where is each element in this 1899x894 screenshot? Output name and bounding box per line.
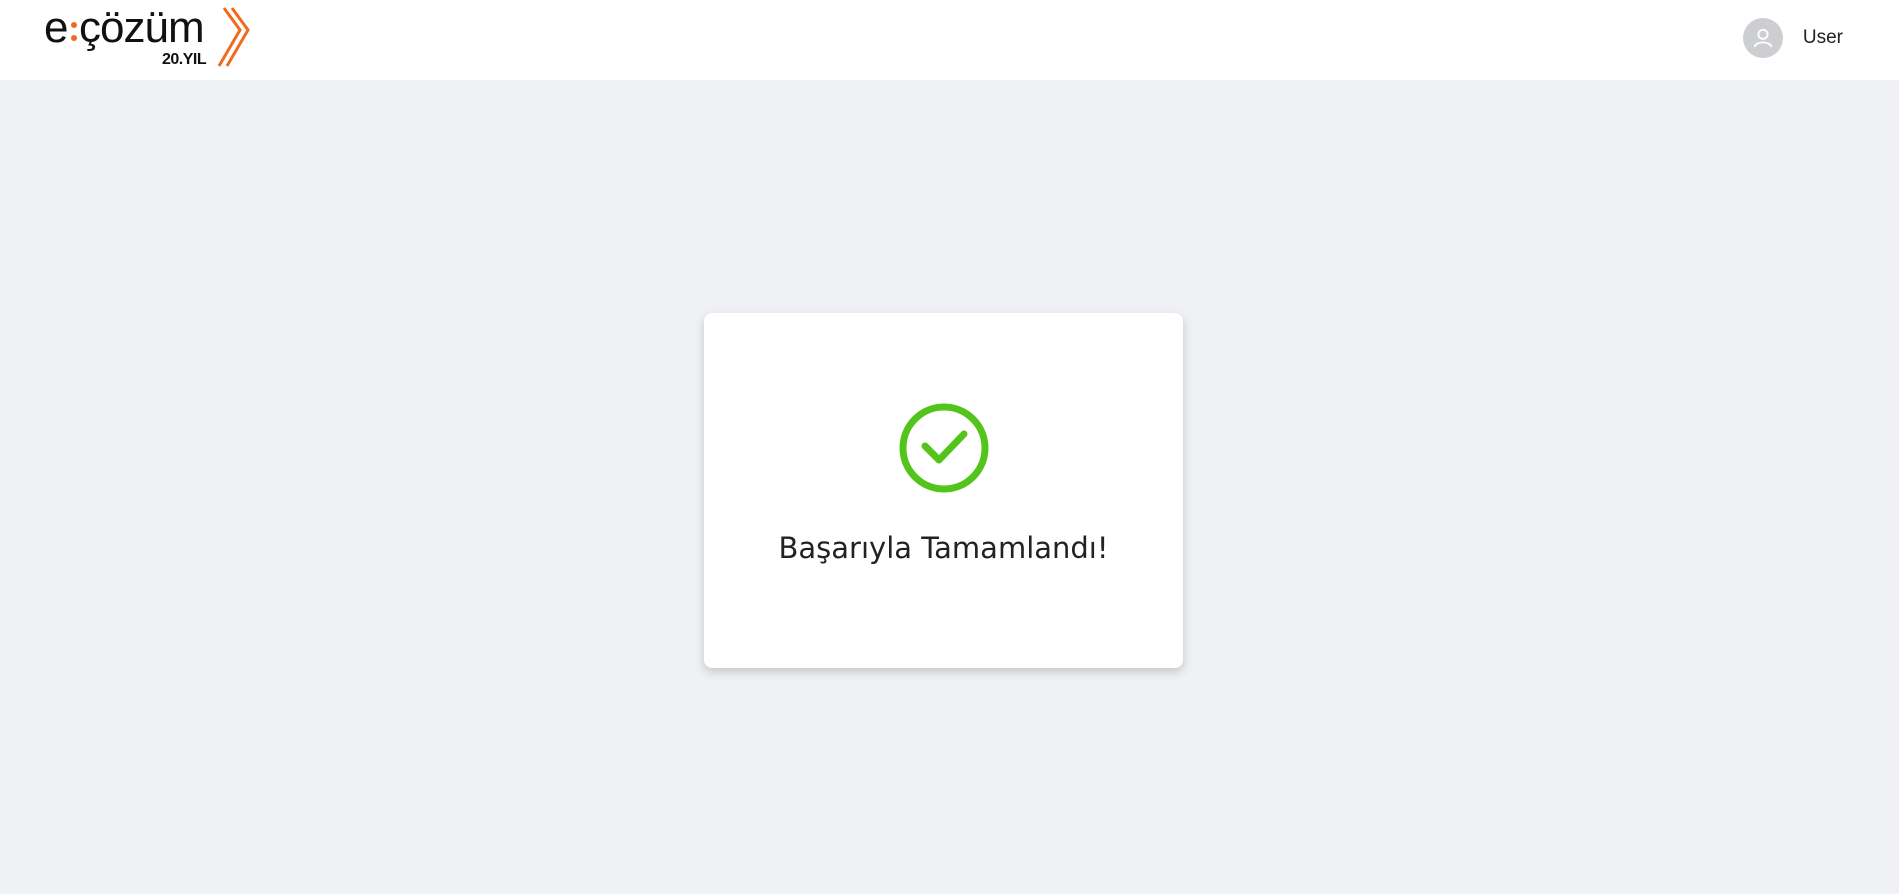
svg-text:20.YIL: 20.YIL bbox=[162, 51, 207, 68]
top-header: e çözüm 20.YIL User bbox=[0, 0, 1899, 80]
success-card: Başarıyla Tamamlandı! bbox=[704, 313, 1183, 668]
svg-text:e: e bbox=[44, 3, 67, 52]
user-menu[interactable]: User bbox=[1742, 17, 1843, 59]
user-icon[interactable] bbox=[1742, 18, 1783, 58]
user-name[interactable]: User bbox=[1803, 27, 1843, 49]
svg-text:çözüm: çözüm bbox=[79, 3, 204, 52]
check-circle-icon bbox=[899, 403, 989, 493]
success-message: Başarıyla Tamamlandı! bbox=[778, 531, 1109, 565]
ecozum-logo[interactable]: e çözüm 20.YIL bbox=[44, 2, 254, 70]
